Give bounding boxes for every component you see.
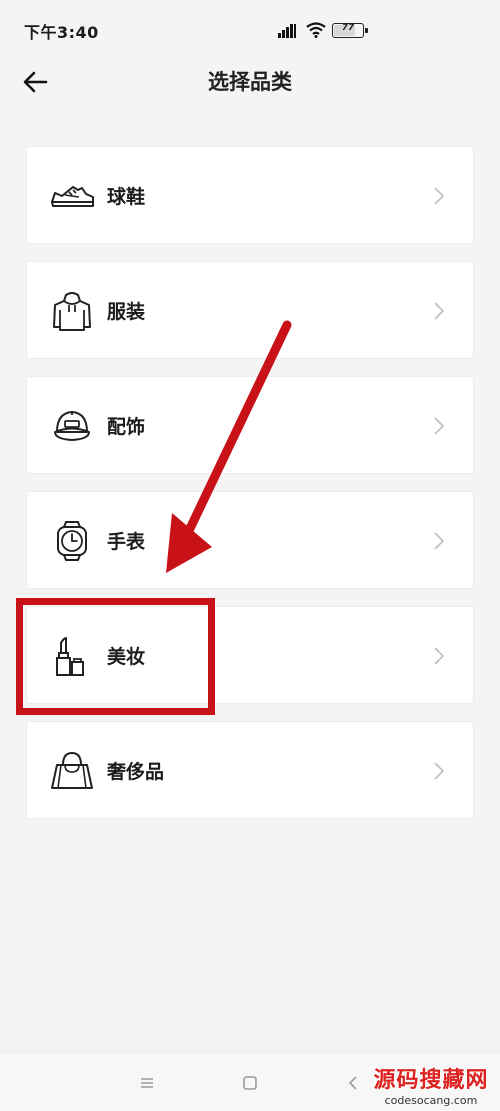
chevron-right-icon [434, 187, 445, 205]
battery-text: 77 [341, 23, 355, 33]
chevron-right-icon [434, 762, 445, 780]
sneaker-icon [51, 186, 94, 207]
back-icon[interactable] [341, 1071, 365, 1095]
battery-tip [365, 28, 368, 33]
chevron-right-icon [434, 532, 445, 550]
status-time: 下午3:40 [24, 23, 99, 42]
screen: 下午3:40 77 选择品类 球鞋 服装 配饰 手表 美妆 奢侈品 源码搜藏网 … [0, 0, 500, 1111]
annotation-arrow-icon [166, 320, 292, 573]
menu-icon[interactable] [135, 1071, 159, 1095]
handbag-icon [51, 751, 93, 789]
category-item-sneakers[interactable]: 球鞋 [26, 146, 474, 244]
watch-icon [57, 521, 87, 561]
status-icons: 77 [278, 22, 388, 42]
status-bar: 下午3:40 77 [0, 0, 500, 58]
category-label: 手表 [107, 531, 146, 553]
cap-icon [54, 411, 90, 441]
highlight-box [16, 598, 215, 715]
wifi-icon [306, 22, 326, 38]
chevron-right-icon [434, 417, 445, 435]
category-label: 球鞋 [107, 186, 146, 208]
category-label: 服装 [107, 301, 146, 323]
home-icon[interactable] [238, 1071, 262, 1095]
hoodie-icon [53, 292, 91, 331]
page-title: 选择品类 [208, 70, 292, 94]
chevron-right-icon [434, 647, 445, 665]
watermark: 源码搜藏网 codesocang.com [366, 1068, 496, 1110]
battery-icon: 77 [332, 23, 364, 38]
watermark-main: 源码搜藏网 [373, 1068, 489, 1093]
category-label: 奢侈品 [107, 761, 165, 783]
signal-icon [278, 24, 298, 38]
category-label: 配饰 [107, 416, 146, 438]
chevron-right-icon [434, 302, 445, 320]
watermark-sub: codesocang.com [384, 1094, 478, 1107]
header: 选择品类 [0, 58, 500, 106]
category-item-luxury[interactable]: 奢侈品 [26, 721, 474, 819]
